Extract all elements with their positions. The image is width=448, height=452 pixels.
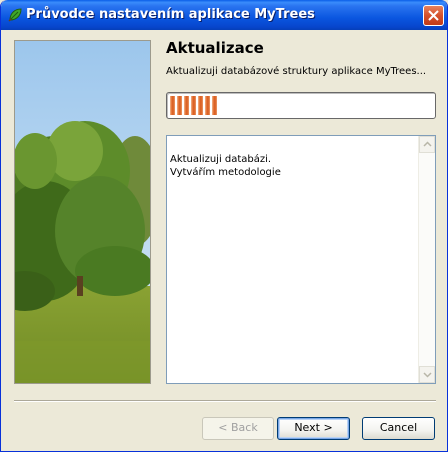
next-button[interactable]: Next > bbox=[277, 417, 350, 440]
chevron-down-icon bbox=[423, 372, 432, 378]
page-title: Aktualizace bbox=[166, 39, 264, 57]
log-content: Aktualizuji databázi. Vytvářím metodolog… bbox=[170, 153, 281, 179]
close-icon bbox=[428, 10, 439, 21]
button-divider bbox=[14, 400, 436, 402]
wizard-window: Průvodce nastavením aplikace MyTrees Akt… bbox=[0, 0, 448, 452]
cancel-button[interactable]: Cancel bbox=[362, 417, 435, 440]
vertical-scrollbar[interactable] bbox=[418, 136, 435, 383]
scroll-up-button[interactable] bbox=[419, 136, 435, 153]
progress-segment bbox=[212, 96, 217, 115]
progress-bar bbox=[166, 92, 436, 119]
progress-segment bbox=[205, 96, 210, 115]
chevron-up-icon bbox=[423, 141, 432, 147]
close-button[interactable] bbox=[423, 5, 444, 26]
progress-segment bbox=[198, 96, 203, 115]
page-subtitle: Aktualizuji databázové struktury aplikac… bbox=[166, 66, 427, 77]
title-bar[interactable]: Průvodce nastavením aplikace MyTrees bbox=[1, 0, 447, 30]
scroll-down-button[interactable] bbox=[419, 366, 435, 383]
progress-fill bbox=[170, 96, 217, 115]
log-line: Vytvářím metodologie bbox=[170, 167, 281, 178]
progress-segment bbox=[184, 96, 189, 115]
progress-segment bbox=[191, 96, 196, 115]
back-button[interactable]: < Back bbox=[202, 417, 274, 440]
progress-segment bbox=[170, 96, 175, 115]
progress-segment bbox=[177, 96, 182, 115]
log-line: Aktualizuji databázi. bbox=[170, 154, 272, 165]
wizard-side-image bbox=[14, 40, 151, 384]
tree-leaf-icon bbox=[7, 7, 23, 23]
window-title: Průvodce nastavením aplikace MyTrees bbox=[26, 7, 315, 22]
log-textarea[interactable]: Aktualizuji databázi. Vytvářím metodolog… bbox=[166, 135, 436, 384]
